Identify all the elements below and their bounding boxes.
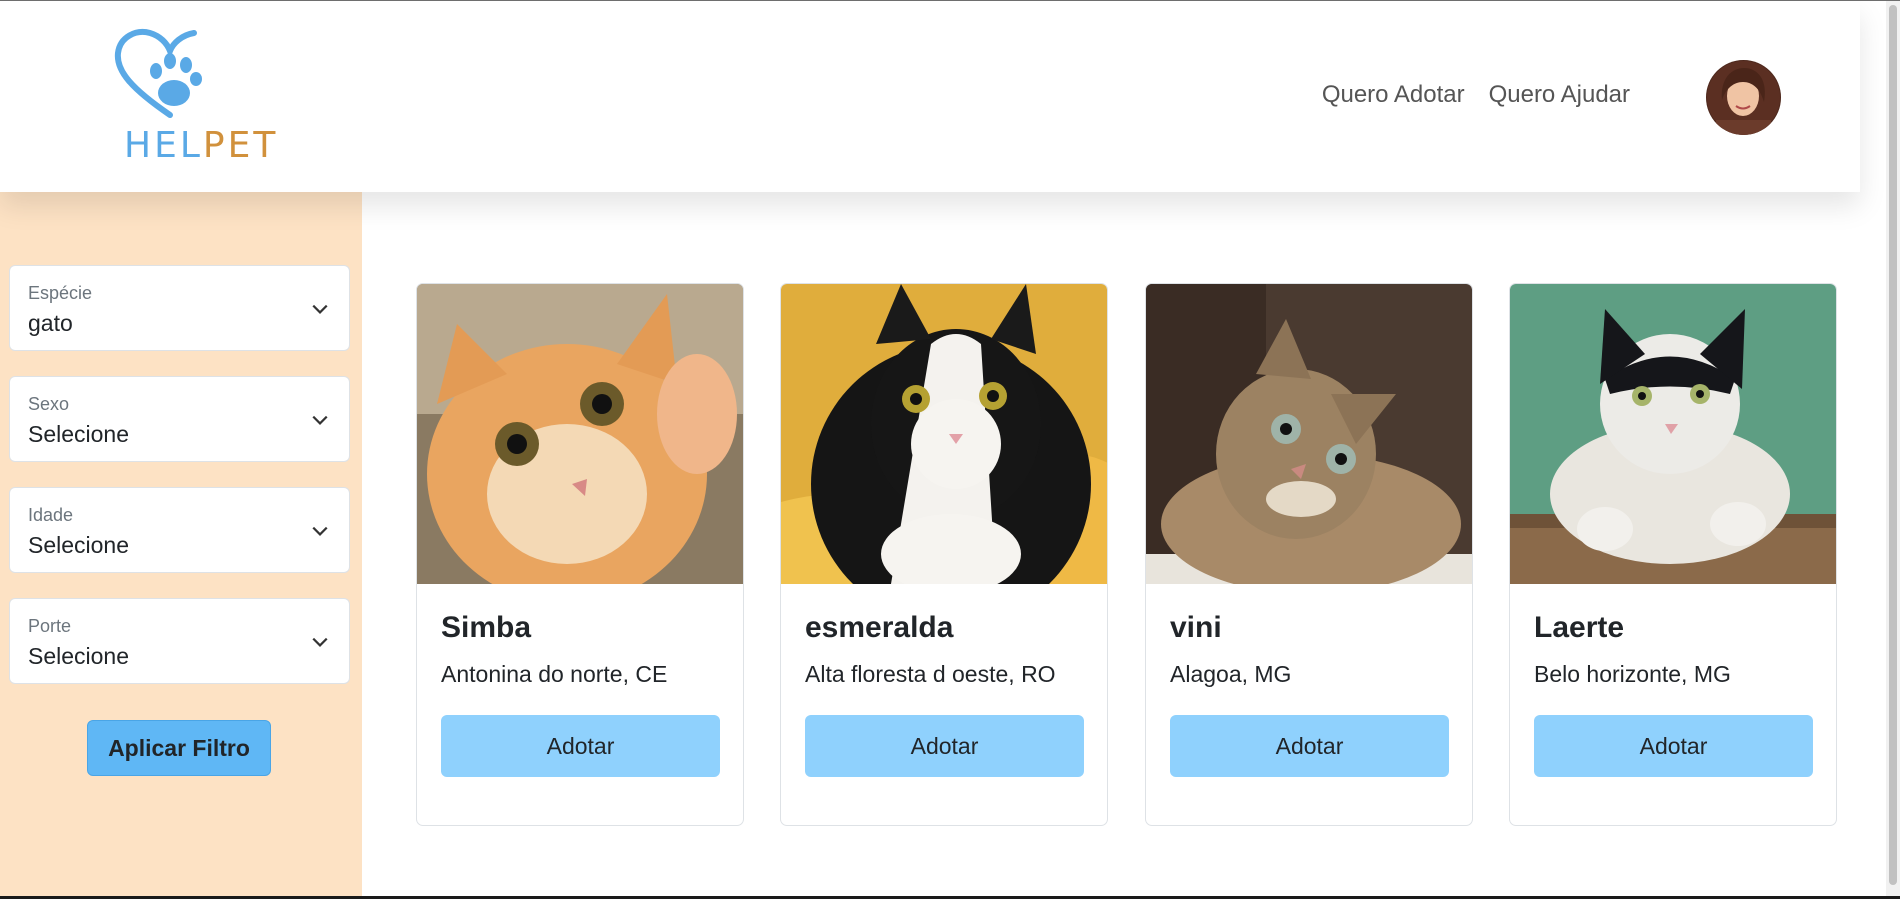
- black-white-cat-photo[interactable]: [781, 284, 1107, 584]
- logo-wordmark: HELPET: [124, 125, 278, 166]
- size-select[interactable]: Porte Selecione: [9, 598, 350, 684]
- age-select[interactable]: Idade Selecione: [9, 487, 350, 573]
- pet-card: vini Alagoa, MG Adotar: [1145, 283, 1473, 826]
- pet-name: vini: [1170, 611, 1222, 644]
- user-photo-icon: [1716, 68, 1771, 135]
- top-header: HELPET Quero Adotar Quero Ajudar: [0, 1, 1860, 192]
- chevron-down-icon: [312, 304, 328, 314]
- size-value: Selecione: [28, 643, 130, 669]
- sex-select[interactable]: Sexo Selecione: [9, 376, 350, 462]
- size-label: Porte: [28, 616, 72, 636]
- filter-sidebar: Espécie gato Sexo Selecione Idade Seleci…: [0, 192, 362, 896]
- page-scrollbar[interactable]: [1886, 1, 1900, 896]
- sex-value: Selecione: [28, 421, 130, 447]
- age-label: Idade: [28, 505, 74, 525]
- species-value: gato: [28, 310, 73, 336]
- nav-quero-ajudar[interactable]: Quero Ajudar: [1489, 81, 1630, 109]
- adopt-button[interactable]: Adotar: [805, 715, 1084, 777]
- pet-name: Simba: [441, 611, 532, 644]
- pet-card: esmeralda Alta floresta d oeste, RO Adot…: [780, 283, 1108, 826]
- chevron-down-icon: [312, 526, 328, 536]
- app-frame: HELPET Quero Adotar Quero Ajudar Espécie…: [0, 0, 1900, 899]
- pet-name: esmeralda: [805, 611, 954, 644]
- sex-label: Sexo: [28, 394, 70, 414]
- pet-card: Simba Antonina do norte, CE Adotar: [416, 283, 744, 826]
- chevron-down-icon: [312, 415, 328, 425]
- pet-location: Alta floresta d oeste, RO: [805, 661, 1056, 687]
- pet-location: Belo horizonte, MG: [1534, 661, 1731, 687]
- helpet-logo[interactable]: HELPET: [110, 27, 275, 167]
- orange-tabby-cat-photo[interactable]: [417, 284, 743, 584]
- black-white-cat-green-photo[interactable]: [1510, 284, 1836, 584]
- species-select[interactable]: Espécie gato: [9, 265, 350, 351]
- pet-location: Antonina do norte, CE: [441, 661, 668, 687]
- main-nav: Quero Adotar Quero Ajudar: [1322, 81, 1630, 109]
- adopt-button[interactable]: Adotar: [441, 715, 720, 777]
- age-value: Selecione: [28, 532, 130, 558]
- user-avatar[interactable]: [1706, 60, 1781, 135]
- adopt-button[interactable]: Adotar: [1534, 715, 1813, 777]
- pet-name: Laerte: [1534, 611, 1625, 644]
- logo-text-hel: HEL: [124, 125, 203, 166]
- scrollbar-thumb[interactable]: [1889, 5, 1897, 885]
- nav-quero-adotar[interactable]: Quero Adotar: [1322, 81, 1465, 109]
- chevron-down-icon: [312, 637, 328, 647]
- heart-paw-icon: [114, 29, 202, 118]
- pet-location: Alagoa, MG: [1170, 661, 1292, 687]
- adopt-button[interactable]: Adotar: [1170, 715, 1449, 777]
- logo-text-pet: PET: [202, 125, 279, 166]
- apply-filter-button[interactable]: Aplicar Filtro: [87, 720, 271, 776]
- species-label: Espécie: [28, 283, 93, 303]
- pet-card: Laerte Belo horizonte, MG Adotar: [1509, 283, 1837, 826]
- tabby-cat-photo[interactable]: [1146, 284, 1472, 584]
